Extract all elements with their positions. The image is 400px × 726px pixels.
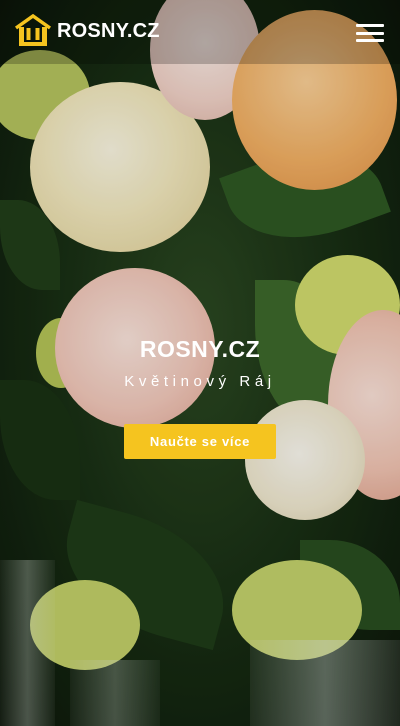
hero-subtitle: Květinový Ráj [124, 373, 276, 390]
learn-more-button[interactable]: Naučte se více [124, 424, 276, 459]
top-navigation-bar: ROSNY.CZ [0, 0, 400, 64]
hamburger-menu-icon[interactable] [356, 24, 384, 42]
screen: ROSNY.CZ ROSNY.CZ Květinový Ráj Naučte s… [0, 0, 400, 726]
site-logo-text: ROSNY.CZ [57, 19, 160, 42]
site-logo[interactable]: ROSNY.CZ [14, 14, 160, 48]
hero-section: ROSNY.CZ Květinový Ráj [0, 336, 400, 390]
house-icon [14, 14, 52, 46]
hero-title: ROSNY.CZ [139, 336, 261, 362]
